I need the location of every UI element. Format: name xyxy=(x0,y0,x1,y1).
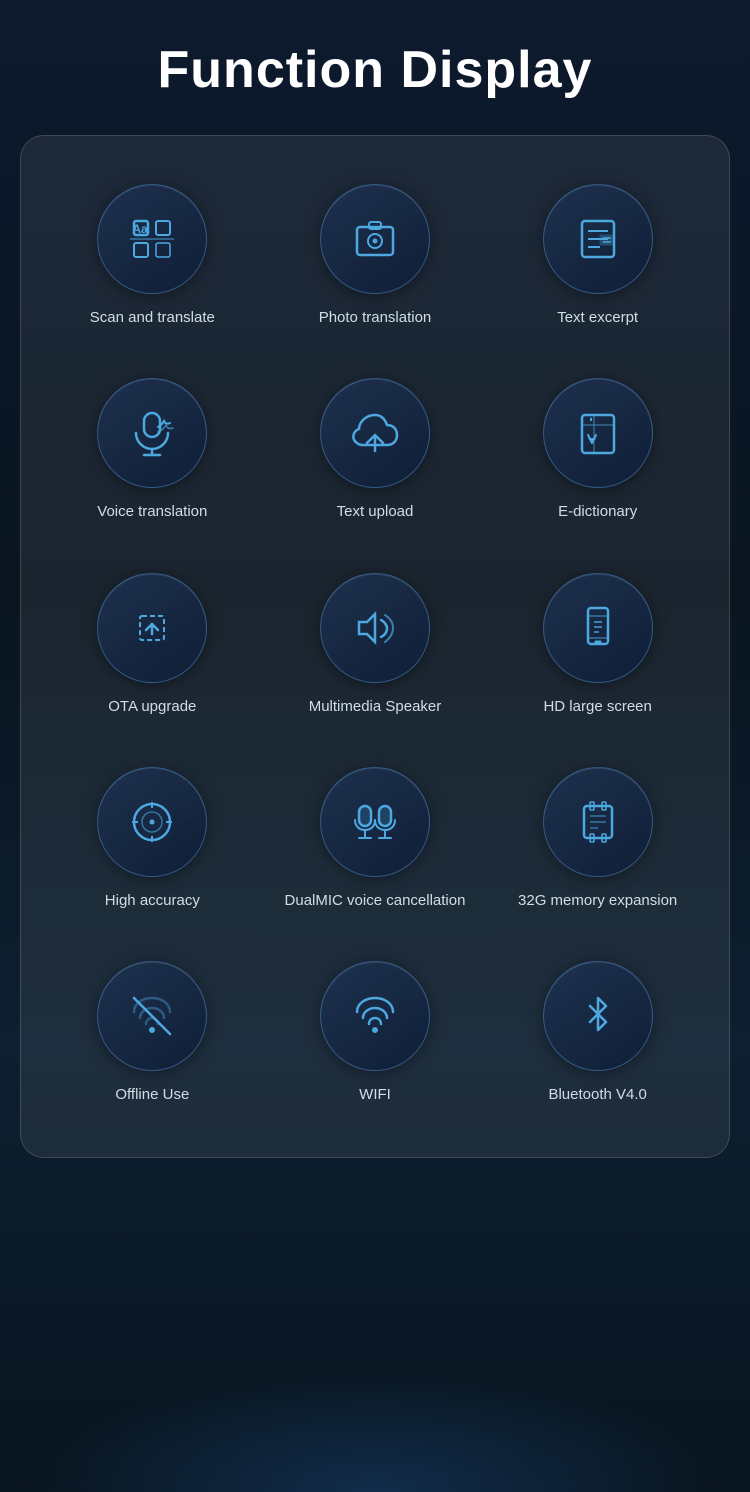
text-icon xyxy=(543,184,653,294)
feature-label-photo-translation: Photo translation xyxy=(319,308,432,328)
dictionary-icon xyxy=(543,378,653,488)
feature-label-multimedia-speaker: Multimedia Speaker xyxy=(309,697,442,717)
feature-item-ota-upgrade[interactable]: OTA upgrade xyxy=(41,555,264,739)
feature-item-e-dictionary[interactable]: E-dictionary xyxy=(486,360,709,544)
features-grid: Aa Scan and translate Photo translation … xyxy=(41,166,709,1127)
bluetooth-icon xyxy=(543,961,653,1071)
ota-icon xyxy=(97,573,207,683)
feature-item-photo-translation[interactable]: Photo translation xyxy=(264,166,487,350)
upload-icon xyxy=(320,378,430,488)
feature-label-wifi: WIFI xyxy=(359,1085,391,1105)
accuracy-icon xyxy=(97,767,207,877)
feature-item-text-upload[interactable]: Text upload xyxy=(264,360,487,544)
features-card: Aa Scan and translate Photo translation … xyxy=(20,135,730,1158)
feature-item-bluetooth[interactable]: Bluetooth V4.0 xyxy=(486,943,709,1127)
screen-icon xyxy=(543,573,653,683)
wifi-icon xyxy=(320,961,430,1071)
feature-item-high-accuracy[interactable]: High accuracy xyxy=(41,749,264,933)
feature-label-hd-screen: HD large screen xyxy=(543,697,651,717)
photo-icon xyxy=(320,184,430,294)
svg-text:Aa: Aa xyxy=(133,222,149,236)
scan-icon: Aa xyxy=(97,184,207,294)
feature-label-scan-translate: Scan and translate xyxy=(90,308,215,328)
feature-label-text-upload: Text upload xyxy=(337,502,414,522)
feature-label-high-accuracy: High accuracy xyxy=(105,891,200,911)
feature-item-dual-mic[interactable]: DualMIC voice cancellation xyxy=(264,749,487,933)
feature-label-memory: 32G memory expansion xyxy=(518,891,677,911)
feature-label-voice-translation: Voice translation xyxy=(97,502,207,522)
feature-label-ota-upgrade: OTA upgrade xyxy=(108,697,196,717)
feature-label-e-dictionary: E-dictionary xyxy=(558,502,637,522)
feature-item-multimedia-speaker[interactable]: Multimedia Speaker xyxy=(264,555,487,739)
feature-item-hd-screen[interactable]: HD large screen xyxy=(486,555,709,739)
feature-item-memory[interactable]: 32G memory expansion xyxy=(486,749,709,933)
feature-item-wifi[interactable]: WIFI xyxy=(264,943,487,1127)
feature-label-text-excerpt: Text excerpt xyxy=(557,308,638,328)
feature-label-bluetooth: Bluetooth V4.0 xyxy=(548,1085,646,1105)
feature-item-voice-translation[interactable]: Voice translation xyxy=(41,360,264,544)
page-title: Function Display xyxy=(158,40,593,100)
feature-item-text-excerpt[interactable]: Text excerpt xyxy=(486,166,709,350)
mic-icon xyxy=(320,767,430,877)
feature-label-dual-mic: DualMIC voice cancellation xyxy=(285,891,466,911)
memory-icon xyxy=(543,767,653,877)
speaker-icon xyxy=(320,573,430,683)
feature-item-offline[interactable]: Offline Use xyxy=(41,943,264,1127)
feature-label-offline: Offline Use xyxy=(115,1085,189,1105)
feature-item-scan-translate[interactable]: Aa Scan and translate xyxy=(41,166,264,350)
voice-icon xyxy=(97,378,207,488)
offline-icon xyxy=(97,961,207,1071)
